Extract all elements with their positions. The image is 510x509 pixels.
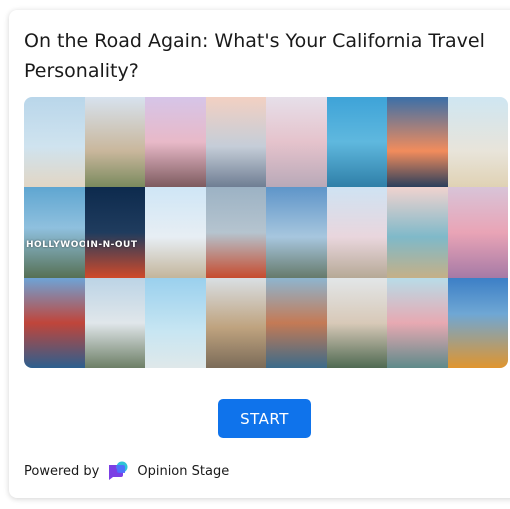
retro-sign-photo	[266, 187, 327, 278]
diner-photo	[145, 97, 206, 188]
quiz-title: On the Road Again: What's Your Californi…	[24, 30, 485, 82]
poppies-field-photo	[447, 277, 508, 368]
tile-caption: IN-N-OUT	[86, 239, 138, 250]
powered-by-label: Powered by	[24, 463, 100, 479]
palace-rotunda-photo	[84, 97, 145, 188]
quiz-card: On the Road Again: What's Your Californi…	[9, 10, 510, 498]
city-skyline-photo	[205, 97, 266, 188]
golden-gate-bridge-photo	[205, 187, 266, 278]
opinion-stage-brand: Opinion Stage	[137, 463, 230, 479]
opinion-stage-logo-icon	[109, 461, 128, 480]
cliff-stairs-photo	[205, 277, 266, 368]
castle-photo	[266, 97, 327, 188]
vintage-car-photo	[326, 277, 387, 368]
lifeguard-tower-photo	[447, 97, 508, 188]
pastel-houses-photo	[326, 187, 387, 278]
in-n-out-sign-photo: IN-N-OUT	[84, 187, 145, 278]
collage-image: HOLLYWOODIN-N-OUT	[24, 97, 508, 368]
bridge-tower-photo	[24, 277, 85, 368]
lifeguard-tower-sunset-photo	[387, 97, 448, 188]
start-button[interactable]: START	[218, 399, 311, 438]
neon-sign-photo	[447, 187, 508, 278]
palm-trees-photo	[326, 97, 387, 188]
ferris-wheel-photo	[145, 187, 206, 278]
hollywood-sign-photo: HOLLYWOOD	[24, 187, 85, 278]
coastal-cliffs-photo	[266, 277, 327, 368]
motel-sign-photo	[24, 97, 85, 188]
tile-caption: HOLLYWOOD	[26, 239, 85, 250]
coastline-photo	[387, 187, 448, 278]
beach-tower-photo	[145, 277, 206, 368]
street-sign-photo	[84, 277, 145, 368]
powered-by[interactable]: Powered by Opinion Stage	[24, 461, 229, 481]
pink-building-photo	[387, 277, 448, 368]
